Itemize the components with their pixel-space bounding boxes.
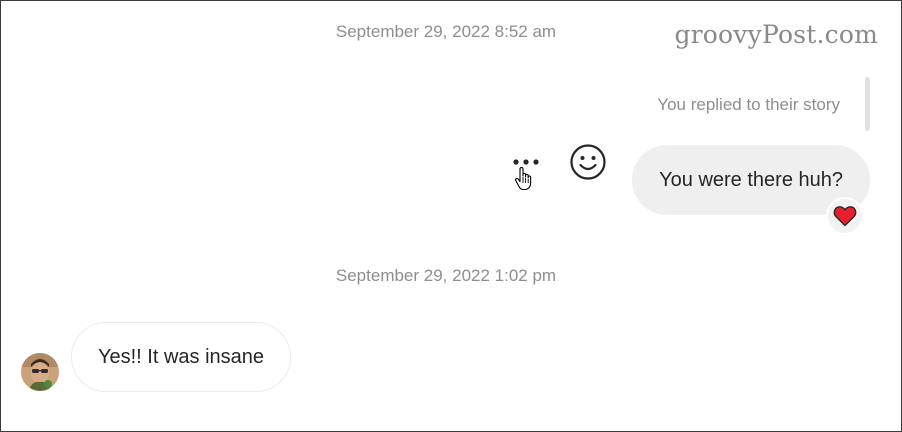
message-reaction[interactable] (826, 197, 864, 235)
message-timestamp: September 29, 2022 1:02 pm (335, 266, 557, 285)
smiley-face-icon (570, 144, 606, 180)
incoming-message-text: Yes!! It was insane (98, 345, 265, 368)
message-timestamp: September 29, 2022 8:52 am (335, 22, 557, 41)
story-reply-note: You replied to their story (657, 95, 840, 114)
user-avatar[interactable] (21, 353, 59, 391)
outgoing-message-text: You were there huh? (659, 168, 843, 191)
incoming-message-bubble[interactable]: Yes!! It was insane (71, 322, 292, 392)
hand-pointer-icon (514, 166, 534, 191)
scrollbar[interactable] (865, 77, 870, 131)
heart-icon (833, 206, 857, 227)
emoji-reaction-button[interactable] (569, 143, 607, 181)
